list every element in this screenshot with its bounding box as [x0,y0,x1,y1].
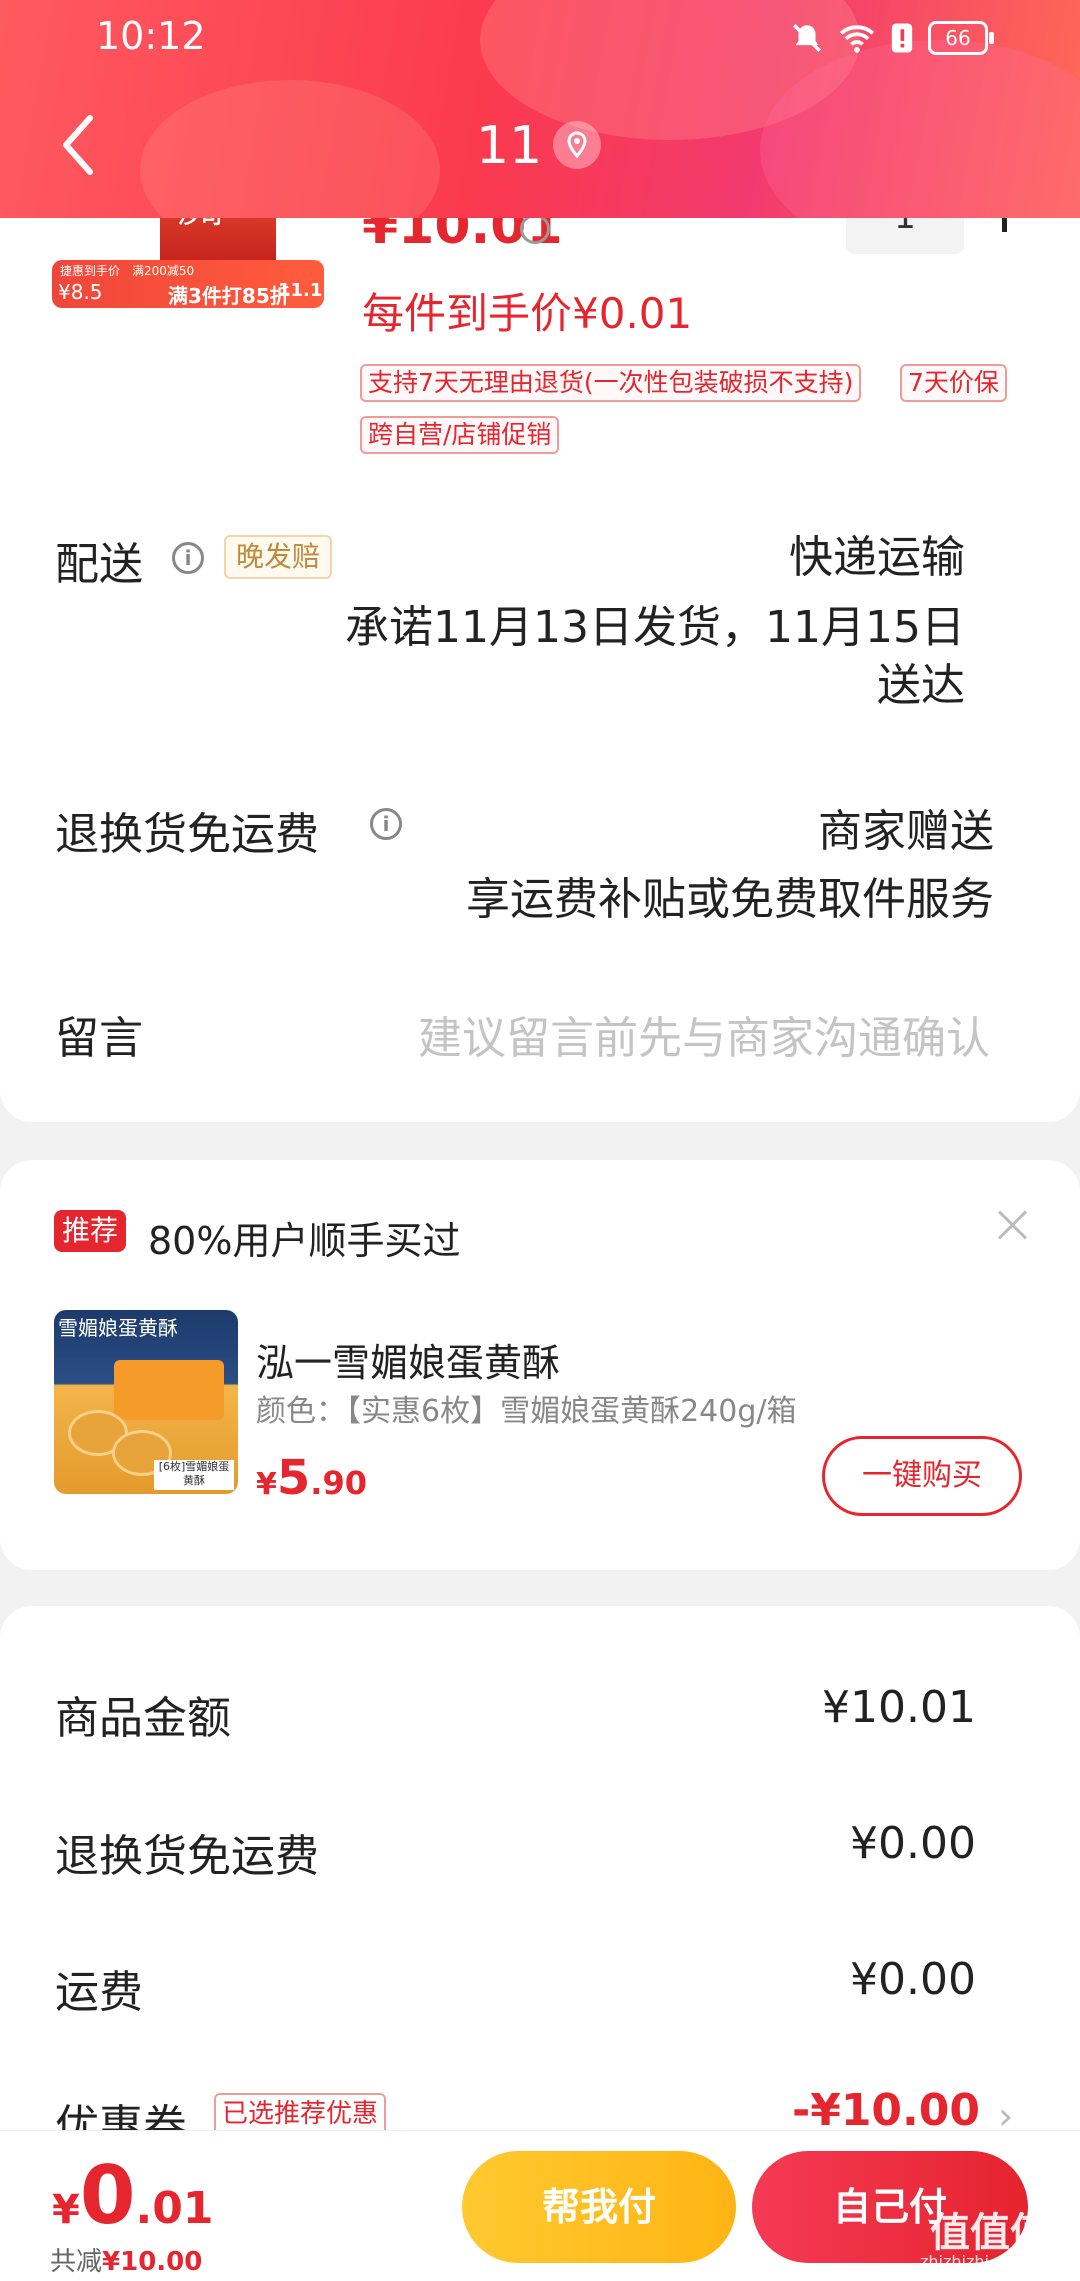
location-pin-icon[interactable] [553,121,601,169]
price-decimal: .90 [310,1464,367,1502]
status-icons: 66 [790,18,994,58]
promo-band-tag: 11.11 [278,280,324,301]
per-item-price: 每件到手价¥0.01 [362,289,693,338]
checkout-bar: ¥0.01 共减¥10.00 帮我付 自己付 [0,2130,1080,2281]
battery-icon: 66 [928,21,994,55]
site-watermark-url: zhizhizhi.com [920,2252,1029,2271]
saved-label: 共减 [50,2247,103,2277]
recommend-product-spec: 颜色：【实惠6枚】雪媚娘蛋黄酥240g/箱 [256,1394,797,1429]
return-shipping-value: 商家赠送 [818,806,994,857]
recommend-title: 80%用户顺手买过 [148,1219,461,1263]
info-icon[interactable] [520,214,550,244]
service-tag-price-protect: 7天价保 [900,364,1007,402]
recommend-card: 推荐 80%用户顺手买过 雪媚娘蛋黄酥 [6枚]雪媚娘蛋黄酥 泓一雪媚娘蛋黄酥 … [0,1160,1080,1570]
total-price: ¥0.01 [52,2149,213,2242]
one-click-buy-button[interactable]: 一键购买 [822,1436,1022,1516]
return-shipping-fee-value: ¥0.00 [850,1818,976,1869]
promo-band-line1: 捷惠到手价 [60,264,121,278]
total-saved: 共减¥10.00 [50,2241,202,2278]
help-me-pay-button[interactable]: 帮我付 [462,2151,736,2263]
message-input[interactable]: 建议留言前先与商家沟通确认 [418,1002,990,1066]
service-tag-promo: 跨自营/店铺促销 [360,416,560,454]
delivery-method: 快递运输 [789,532,965,583]
top-header: 10:12 66 11 [0,0,1080,218]
service-tag-return: 支持7天无理由退货(一次性包装破损不支持) [360,364,862,402]
recommend-product-price: ¥5.90 [256,1450,367,1506]
image-label: [6枚]雪媚娘蛋黄酥 [154,1460,234,1490]
wifi-icon [839,25,875,53]
coupon-selected-badge: 已选推荐优惠 [214,2093,387,2135]
total-currency: ¥ [52,2187,80,2233]
saved-value: ¥10.00 [102,2247,203,2277]
status-time: 10:12 [96,14,206,58]
goods-amount-label: 商品金额 [55,1693,231,1744]
total-decimal: .01 [135,2183,214,2234]
recommend-product-image[interactable]: 雪媚娘蛋黄酥 [6枚]雪媚娘蛋黄酥 [54,1310,238,1494]
site-watermark: 值值值 [930,2210,1050,2256]
coupon-value[interactable]: -¥10.00 [792,2085,980,2136]
page-title: 11 [476,116,543,176]
return-shipping-desc: 享运费补贴或免费取件服务 [466,874,994,925]
message-label: 留言 [55,1013,143,1064]
return-shipping-fee-label: 退换货免运费 [55,1831,319,1882]
back-arrow-icon[interactable] [56,110,104,180]
mute-bell-icon [792,23,822,53]
delivery-promise[interactable]: 承诺11月13日发货，11月15日 [345,596,965,660]
recommend-badge: 推荐 [54,1210,127,1252]
recommend-product-name[interactable]: 泓一雪媚娘蛋黄酥 [256,1332,560,1387]
price-integer: 5 [276,1450,311,1506]
promo-band: 捷惠到手价 满200减50 ¥8.5 满3件打85折 11.11 [52,260,324,308]
promo-band-discount: 满3件打85折 [168,284,290,308]
close-icon[interactable] [998,1210,1028,1240]
promo-band-line2: 满200减50 [132,264,195,278]
delivery-label: 配送 [55,539,143,590]
return-shipping-label: 退换货免运费 [55,809,319,860]
promo-band-price: ¥8.5 [58,280,103,304]
image-caption: 雪媚娘蛋黄酥 [58,1316,178,1340]
info-icon[interactable]: i [370,808,402,840]
sim-alert-icon [891,23,913,53]
delivery-promise-line2: 送达 [877,660,965,711]
price-currency: ¥ [256,1467,277,1502]
total-integer: 0 [79,2149,136,2242]
goods-amount-value: ¥10.01 [822,1682,976,1733]
freight-label: 运费 [55,1967,143,2018]
info-icon[interactable]: i [172,542,204,574]
freight-value: ¥0.00 [850,1954,976,2005]
late-compensation-badge: 晚发赔 [224,535,333,579]
